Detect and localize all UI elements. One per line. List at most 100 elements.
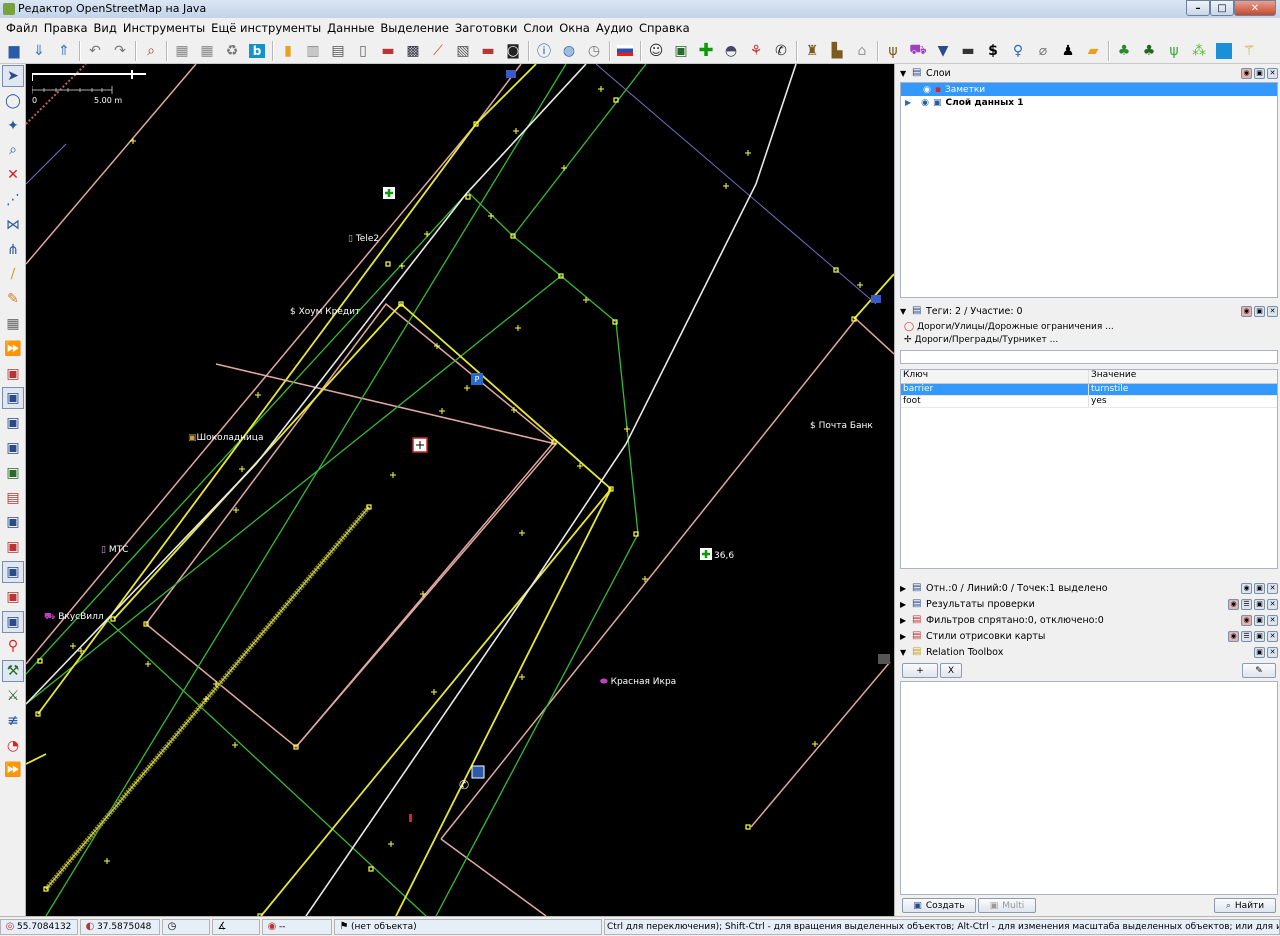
menu-more-tools[interactable]: Ещё инструменты [208,21,324,35]
combine-icon[interactable]: ⋈ [2,214,24,236]
tool-a-icon[interactable]: ⚒ [2,660,24,683]
panel-settings-icon[interactable]: ☰ [1241,598,1252,610]
preset-road-restrictions[interactable]: ◯ Дороги/Улицы/Дорожные ограничения ... [900,320,1278,333]
phone-poi-icon[interactable]: ✆ [459,778,469,792]
panel-close-icon[interactable]: ✕ [1267,67,1278,79]
preferences-icon[interactable]: ⌕ [139,40,163,62]
maximize-button[interactable]: □ [1210,0,1234,16]
more2-icon[interactable]: ⏩ [2,759,24,781]
preset-turnstile[interactable]: ✢ Дороги/Преграды/Турникет ... [900,333,1278,346]
house-icon[interactable]: ⌂ [850,40,874,62]
menu-file[interactable]: Файл [3,21,41,35]
bridge-icon[interactable]: ▩ [401,40,425,62]
panel-dock-icon[interactable]: ▣ [1254,630,1265,642]
forest-icon[interactable]: ♣ [1137,40,1161,62]
open-file-icon[interactable]: ▆ [2,40,26,62]
fence-icon[interactable]: ⟋ [426,40,450,62]
grass-icon[interactable]: ψ [1162,40,1186,62]
panel-dock-icon[interactable]: ▣ [1254,582,1265,594]
car-icon[interactable]: ▬ [476,40,500,62]
relation-clear-button[interactable]: X [940,663,962,678]
split-way-icon[interactable]: ⋰ [2,189,24,211]
create-button[interactable]: ▣ Создать [902,898,976,913]
layer-data-1[interactable]: ▶ ◉ ▣ Слой данных 1 [901,96,1277,109]
menu-layers[interactable]: Слои [520,21,556,35]
road-icon[interactable]: ▥ [301,40,325,62]
phone-icon[interactable]: ✆ [769,40,793,62]
close-button[interactable]: ✕ [1234,0,1276,16]
map-styles-panel-header[interactable]: ▶ ▤ Стили отрисовки карты ◉ ☰ ▣ ✕ [900,629,1278,643]
paperclip-icon[interactable]: ⌀ [1031,40,1055,62]
bing-icon[interactable]: b [245,40,269,62]
theatre-icon[interactable]: ☺ [644,40,668,62]
layer-tool-8-icon[interactable]: ▣ [2,536,24,558]
poi-pochta-bank[interactable]: $ Почта Банк [810,421,873,431]
panel-close-icon[interactable]: ✕ [1267,646,1278,658]
layer-tool-9-icon[interactable]: ▣ [2,560,24,583]
amenity-icon[interactable]: ▣ [669,40,693,62]
layer-tool-10-icon[interactable]: ▣ [2,586,24,608]
panel-close-all-icon[interactable]: ◉ [1241,614,1252,626]
highway-icon[interactable]: ▤ [326,40,350,62]
menu-data[interactable]: Данные [324,21,377,35]
find-button[interactable]: ⌕ Найти [1214,898,1276,913]
wheat-icon[interactable]: ⚚ [1237,40,1261,62]
person-icon[interactable]: ♟ [1056,40,1080,62]
layer-tool-11-icon[interactable]: ▣ [2,610,24,633]
shirt-icon[interactable]: ▼ [931,40,955,62]
reverse-way-icon[interactable]: ▦ [195,40,219,62]
barrier-icon[interactable]: ▯ [351,40,375,62]
tags-header[interactable]: ▼ ▤ Теги: 2 / Участие: 0 ◉ ▣ ✕ [900,304,1278,318]
relation-toolbox-header[interactable]: ▼ ▤ Relation Toolbox ▣ ✕ [900,645,1278,659]
layers-header[interactable]: ▼ ▤ Слои ◉ ▣ ✕ [900,66,1278,80]
map-view[interactable]: P 0 5.00 m ▯ Tele2 $ Хоум Кредит ▣Шокола… [26,64,894,916]
poi-vkusvill[interactable]: ⛟ ВкусВилл [44,612,104,623]
multi-button[interactable]: ▣ Multi [978,898,1036,913]
more-icon[interactable]: ⏩ [2,338,24,360]
layer-tool-1-icon[interactable]: ▣ [2,363,24,385]
factory-icon[interactable]: ▙ [825,40,849,62]
clock-icon[interactable]: ◷ [582,40,606,62]
poi-home-credit[interactable]: $ Хоум Кредит [290,307,360,317]
panel-dock-icon[interactable]: ▣ [1254,67,1265,79]
download-icon[interactable]: ⇓ [27,40,51,62]
panel-close-icon[interactable]: ✕ [1267,630,1278,642]
menu-selection[interactable]: Выделение [377,21,452,35]
panel-dock-icon[interactable]: ◉ [1241,582,1252,594]
tag-icon[interactable]: ▮ [276,40,300,62]
minimize-button[interactable]: – [1186,0,1210,16]
menu-view[interactable]: Вид [91,21,120,35]
draw-icon[interactable]: ∕ [2,263,24,285]
speed-icon[interactable]: ◔ [2,735,24,757]
tag-row[interactable]: foot yes [901,396,1277,408]
panel-close-all-icon[interactable]: ◉ [1228,630,1239,642]
panel-close-icon[interactable]: ✕ [1267,582,1278,594]
panel-close-all-icon[interactable]: ◉ [1241,67,1252,79]
map-marker-icon[interactable]: ⚲ [2,635,24,657]
layer-tool-3-icon[interactable]: ▣ [2,412,24,434]
layer-tool-5-icon[interactable]: ▣ [2,462,24,484]
menu-presets[interactable]: Заготовки [452,21,520,35]
zoom-tool-icon[interactable]: ⌕ [2,139,24,161]
bus-icon[interactable]: ▬ [956,40,980,62]
building-tool-icon[interactable]: ▦ [2,313,24,335]
poi-mts[interactable]: ▯ МТС [101,545,128,555]
lasso-icon[interactable]: ◯ [2,90,24,112]
panel-close-icon[interactable]: ✕ [1267,614,1278,626]
pencil-icon[interactable]: ✎ [2,288,24,310]
tree-icon[interactable]: ♣ [1112,40,1136,62]
poi-shokoladnica[interactable]: ▣Шоколадница [188,433,263,443]
join-icon[interactable]: ⋔ [2,239,24,261]
castle-icon[interactable]: ♜ [800,40,824,62]
menu-tools[interactable]: Инструменты [120,21,208,35]
relation-edit-button[interactable]: ✎ [1242,663,1276,678]
pattern-icon[interactable]: ▧ [451,40,475,62]
panel-close-all-icon[interactable]: ◉ [1228,598,1239,610]
tag-filter-input[interactable] [900,350,1278,364]
menu-help[interactable]: Справка [636,21,693,35]
panel-dock-icon[interactable]: ▣ [1254,614,1265,626]
pharmacy-icon[interactable]: ✚ [694,40,718,62]
toilets-icon[interactable]: ♀ [1006,40,1030,62]
panel-dock-icon[interactable]: ▣ [1254,646,1265,658]
recycle-icon[interactable]: ♻ [220,40,244,62]
